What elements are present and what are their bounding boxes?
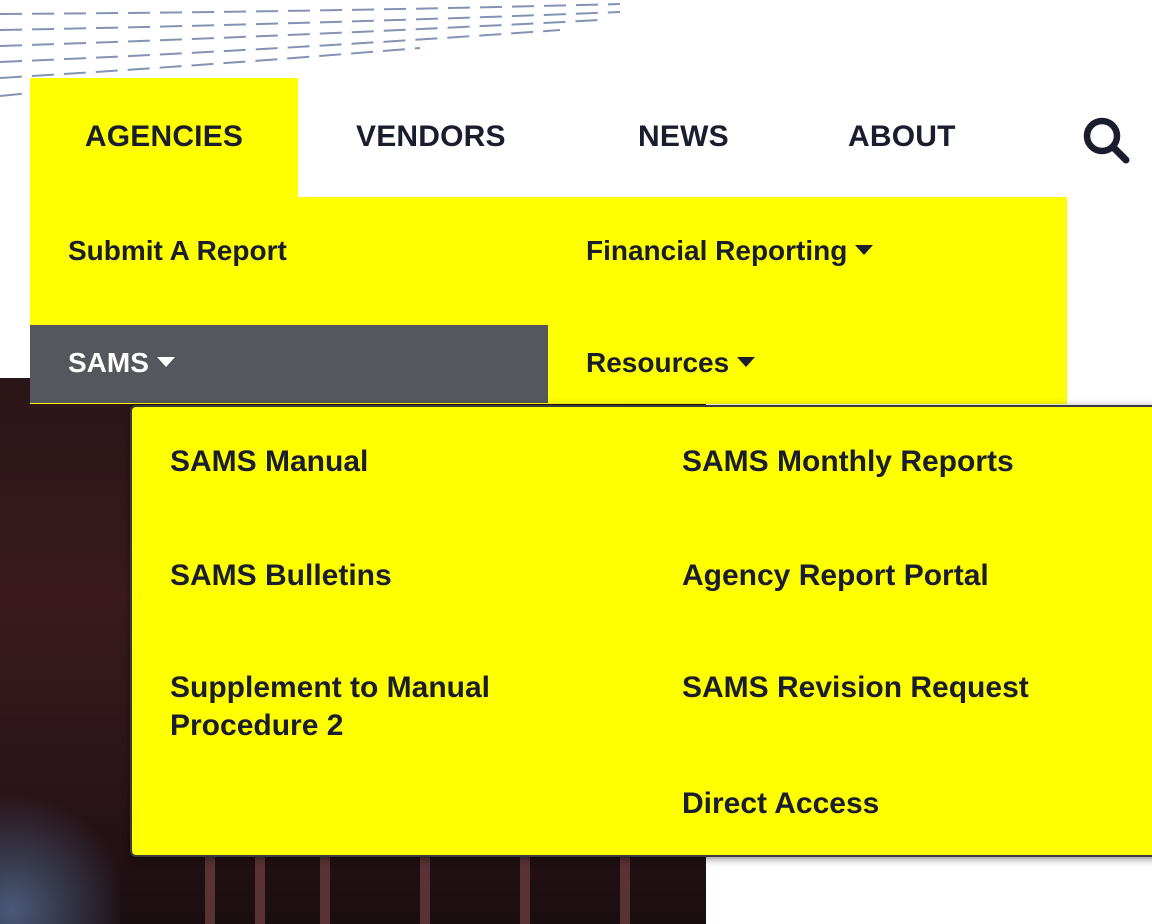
agencies-dropdown: Submit A Report Financial Reporting SAMS… bbox=[30, 197, 1067, 404]
supplement-manual-procedure-link[interactable]: Supplement to Manual Procedure 2 bbox=[170, 669, 600, 745]
sams-bulletins-link[interactable]: SAMS Bulletins bbox=[170, 557, 392, 595]
nav-about[interactable]: ABOUT bbox=[848, 78, 956, 198]
nav-news[interactable]: NEWS bbox=[638, 78, 729, 198]
menu-sams-label: SAMS bbox=[68, 347, 149, 378]
caret-down-icon bbox=[737, 356, 756, 367]
nav-vendors[interactable]: VENDORS bbox=[356, 78, 506, 198]
search-icon bbox=[1083, 117, 1130, 164]
sams-monthly-reports-link[interactable]: SAMS Monthly Reports bbox=[682, 443, 1014, 481]
menu-submit-report[interactable]: Submit A Report bbox=[68, 235, 287, 267]
direct-access-link[interactable]: Direct Access bbox=[682, 785, 879, 823]
sams-manual-link[interactable]: SAMS Manual bbox=[170, 443, 368, 481]
sams-dropdown: SAMS Manual SAMS Bulletins Supplement to… bbox=[130, 405, 1152, 857]
nav-agencies[interactable]: AGENCIES bbox=[30, 78, 298, 198]
menu-sams[interactable]: SAMS bbox=[30, 325, 548, 403]
search-button[interactable] bbox=[1076, 110, 1142, 168]
agency-report-portal-link[interactable]: Agency Report Portal bbox=[682, 557, 989, 595]
menu-financial-reporting-label: Financial Reporting bbox=[586, 235, 848, 266]
menu-financial-reporting[interactable]: Financial Reporting bbox=[586, 235, 874, 267]
menu-resources-label: Resources bbox=[586, 347, 730, 378]
sams-revision-request-link[interactable]: SAMS Revision Request bbox=[682, 669, 1029, 707]
menu-submit-report-label: Submit A Report bbox=[68, 235, 287, 266]
menu-resources[interactable]: Resources bbox=[586, 347, 756, 379]
caret-down-icon bbox=[855, 244, 874, 255]
caret-down-icon bbox=[156, 356, 175, 367]
